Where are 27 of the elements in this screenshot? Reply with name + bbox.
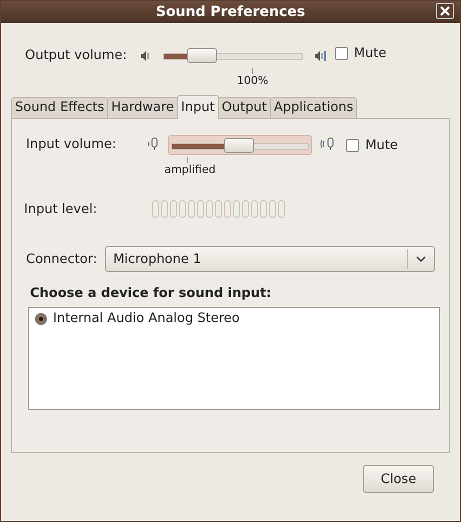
- chevron-down-icon: [416, 256, 426, 262]
- connector-dropdown[interactable]: Microphone 1: [105, 246, 435, 272]
- tab[interactable]: Input: [177, 95, 219, 119]
- tab[interactable]: Sound Effects: [11, 97, 108, 118]
- close-button[interactable]: Close: [363, 465, 434, 493]
- microphone-icon: [146, 136, 160, 152]
- tab[interactable]: Hardware: [107, 97, 178, 118]
- mute-checkbox[interactable]: Mute: [334, 46, 386, 61]
- mute-checkbox[interactable]: Mute: [346, 138, 398, 153]
- device-item[interactable]: Internal Audio Analog Stereo: [29, 308, 246, 329]
- device-list-heading: Choose a device for sound input:: [30, 286, 272, 301]
- radio-button[interactable]: [35, 312, 47, 324]
- tab[interactable]: Output: [218, 97, 271, 118]
- volume-slider[interactable]: [168, 135, 312, 155]
- input-level-label: Input level:: [24, 202, 98, 216]
- speaker-icon: [312, 49, 327, 63]
- tab[interactable]: Applications: [270, 97, 358, 118]
- slider-thumb[interactable]: [187, 48, 218, 63]
- slider-mark-label: amplified: [164, 163, 216, 176]
- input-volume-label: Input volume:: [26, 137, 116, 152]
- output-volume-label: Output volume:: [25, 48, 127, 63]
- window-title: Sound Preferences: [156, 4, 306, 20]
- volume-slider[interactable]: [160, 46, 305, 66]
- connector-label: Connector:: [26, 252, 98, 266]
- close-icon[interactable]: [436, 3, 454, 19]
- slider-mark-label: 100%: [236, 74, 268, 87]
- slider-thumb[interactable]: [224, 138, 254, 153]
